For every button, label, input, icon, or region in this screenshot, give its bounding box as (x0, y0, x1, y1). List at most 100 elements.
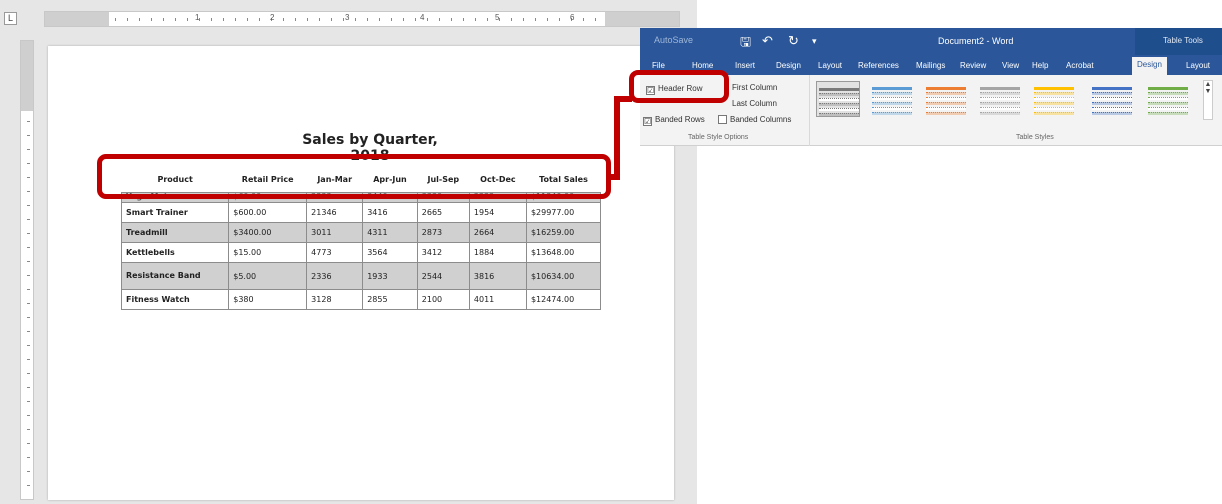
style-preview-row (1034, 107, 1074, 110)
style-preview-row (1034, 102, 1074, 105)
vertical-ruler[interactable] (20, 40, 34, 500)
tab-references[interactable]: References (858, 61, 899, 70)
undo-icon[interactable]: ↶ (762, 33, 773, 49)
autosave-toggle[interactable]: AutoSave (654, 35, 693, 45)
ruler-number: 5 (495, 13, 500, 22)
ruler-tick (27, 387, 30, 388)
table-cell[interactable]: 1933 (362, 262, 418, 290)
table-cell[interactable]: 2665 (416, 202, 470, 223)
tab-view[interactable]: View (1002, 61, 1019, 70)
table-cell[interactable]: 4311 (362, 222, 418, 243)
style-preview-row (872, 102, 912, 105)
table-cell[interactable]: 2336 (306, 262, 364, 290)
customize-toolbar-icon[interactable]: ▾ (812, 36, 817, 47)
tab-review[interactable]: Review (960, 61, 986, 70)
table-cell[interactable]: $3400.00 (228, 222, 308, 243)
banded-rows-checkbox[interactable]: ☑ (643, 117, 652, 126)
table-row[interactable]: Fitness Watch $380 3128 2855 2100 4011 $… (120, 289, 602, 310)
gallery-scroll-button[interactable]: ▲ ▼ (1203, 80, 1213, 120)
table-cell[interactable]: $16259.00 (525, 222, 602, 243)
table-cell[interactable]: 2873 (416, 222, 470, 243)
banded-rows-option[interactable]: ☑ Banded Rows (643, 115, 705, 126)
last-column-option[interactable]: Last Column (732, 99, 777, 108)
tab-table-layout[interactable]: Layout (1186, 61, 1210, 70)
style-preview-row (819, 98, 859, 101)
banded-columns-checkbox[interactable] (718, 115, 727, 124)
tab-help[interactable]: Help (1032, 61, 1048, 70)
save-icon[interactable]: 🖫 (740, 33, 751, 55)
tab-home[interactable]: Home (692, 61, 713, 70)
table-style-thumbnail[interactable] (1032, 81, 1076, 117)
table-cell[interactable]: Smart Trainer (120, 202, 230, 223)
table-cell[interactable]: 3412 (416, 242, 470, 263)
first-column-option[interactable]: First Column (732, 83, 777, 92)
ruler-tick (247, 18, 248, 21)
style-preview-row (872, 92, 912, 95)
table-cell[interactable]: 3564 (362, 242, 418, 263)
horizontal-ruler[interactable]: 1 2 3 4 5 6 (44, 11, 680, 27)
table-row[interactable]: Resistance Band $5.00 2336 1933 2544 381… (120, 262, 602, 290)
table-cell[interactable]: 21346 (306, 202, 364, 223)
ruler-tick (151, 18, 152, 21)
table-style-thumbnail[interactable] (816, 81, 860, 117)
table-row[interactable]: Smart Trainer $600.00 21346 3416 2665 19… (120, 202, 602, 223)
table-cell[interactable]: $10634.00 (525, 262, 602, 290)
table-style-thumbnail[interactable] (924, 81, 968, 117)
table-cell[interactable]: $600.00 (228, 202, 308, 223)
redo-icon[interactable]: ↻ (788, 33, 799, 49)
table-cell[interactable]: 1884 (468, 242, 527, 263)
tab-mailings[interactable]: Mailings (916, 61, 945, 70)
ruler-tick (391, 18, 392, 21)
table-cell[interactable]: 3416 (362, 202, 418, 223)
table-cell[interactable]: Fitness Watch (120, 289, 230, 310)
tab-insert[interactable]: Insert (735, 61, 755, 70)
table-row[interactable]: Kettlebells $15.00 4773 3564 3412 1884 $… (120, 242, 602, 263)
style-preview-row (1148, 87, 1188, 90)
table-cell[interactable]: Resistance Band (120, 262, 230, 290)
table-cell[interactable]: Kettlebells (120, 242, 230, 263)
table-cell[interactable]: Treadmill (120, 222, 230, 243)
table-cell[interactable]: 4773 (306, 242, 364, 263)
table-style-thumbnail[interactable] (870, 81, 914, 117)
style-preview-row (1034, 97, 1074, 100)
table-cell[interactable]: $380 (228, 289, 308, 310)
banded-columns-option[interactable]: Banded Columns (718, 115, 791, 124)
banded-columns-label: Banded Columns (730, 115, 792, 124)
table-cell[interactable]: 3011 (306, 222, 364, 243)
tab-acrobat[interactable]: Acrobat (1066, 61, 1094, 70)
table-cell[interactable]: $5.00 (228, 262, 308, 290)
ruler-tick (535, 18, 536, 21)
table-cell[interactable]: $12474.00 (525, 289, 602, 310)
tab-design[interactable]: Design (776, 61, 801, 70)
style-preview-row (926, 87, 966, 90)
ruler-tick (595, 18, 596, 21)
table-style-thumbnail[interactable] (1090, 81, 1134, 117)
ruler-tick (463, 18, 464, 21)
table-cell[interactable]: 1954 (468, 202, 527, 223)
table-style-thumbnail[interactable] (978, 81, 1022, 117)
ruler-tick (439, 18, 440, 21)
table-cell[interactable]: $13648.00 (525, 242, 602, 263)
table-cell[interactable]: 3128 (306, 289, 364, 310)
table-cell[interactable]: 3816 (468, 262, 527, 290)
table-row[interactable]: Treadmill $3400.00 3011 4311 2873 2664 $… (120, 222, 602, 243)
table-cell[interactable]: $29977.00 (525, 202, 602, 223)
ruler-margin (21, 41, 33, 111)
tab-selector-button[interactable]: L (4, 12, 17, 25)
table-cell[interactable]: $15.00 (228, 242, 308, 263)
table-style-thumbnail[interactable] (1146, 81, 1190, 117)
tab-file[interactable]: File (652, 61, 665, 70)
ruler-tick (523, 18, 524, 21)
tab-layout[interactable]: Layout (818, 61, 842, 70)
ruler-tick (487, 18, 488, 21)
document-window: L 123456 Sales by Quarter, 2018 Product … (0, 0, 697, 504)
table-cell[interactable]: 2100 (416, 289, 470, 310)
table-cell[interactable]: 2544 (416, 262, 470, 290)
table-cell[interactable]: 2664 (468, 222, 527, 243)
table-cell[interactable]: 4011 (468, 289, 527, 310)
ribbon-tab-row: File Home Insert Design Layout Reference… (640, 55, 1222, 75)
ruler-tick (295, 18, 296, 21)
ruler-tick (415, 18, 416, 21)
tab-table-design[interactable]: Design (1132, 57, 1167, 75)
table-cell[interactable]: 2855 (362, 289, 418, 310)
